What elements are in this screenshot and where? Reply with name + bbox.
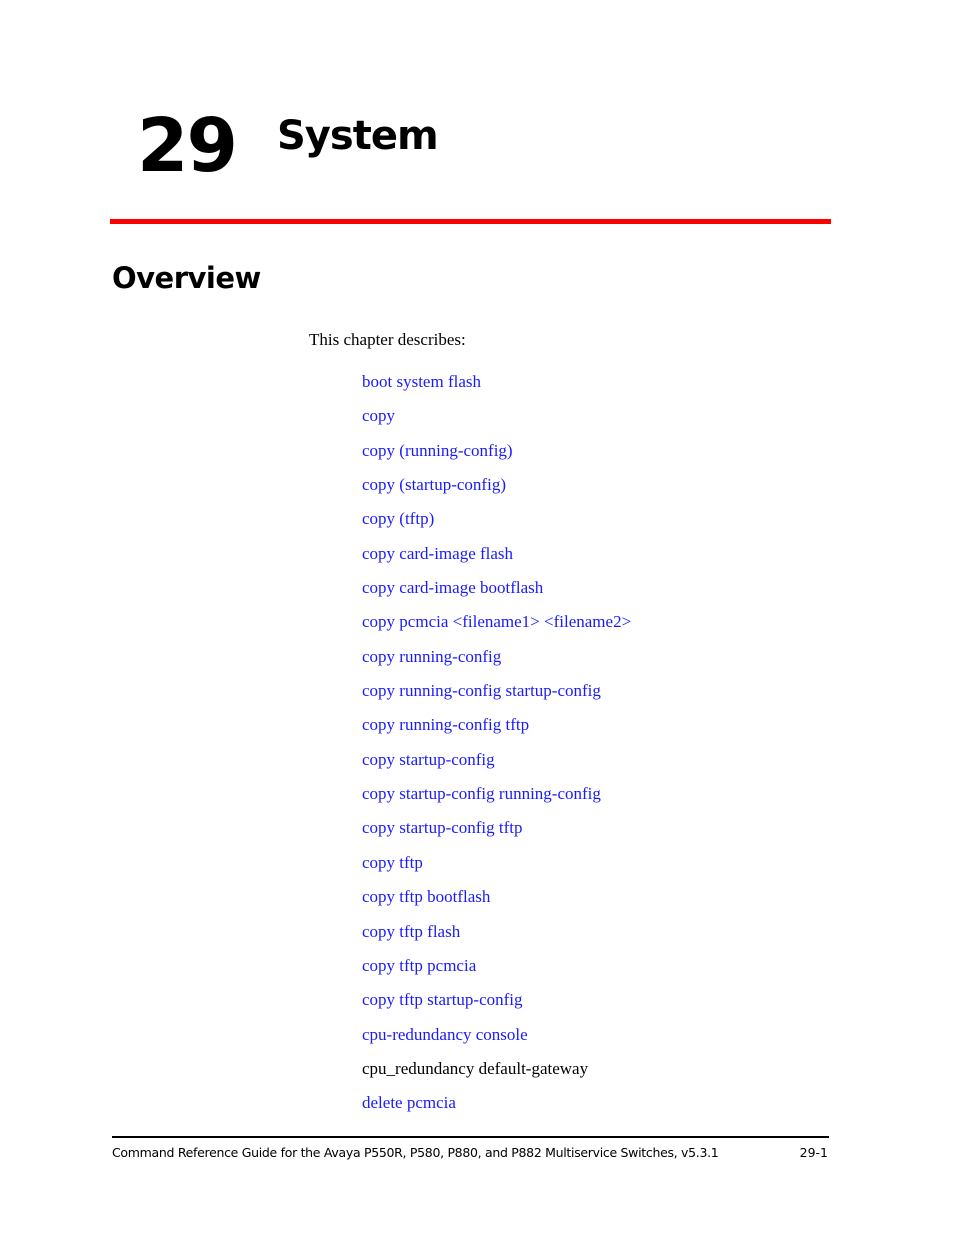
toc-link[interactable]: copy tftp startup-config [362,990,523,1009]
toc-item: cpu_redundancy default-gateway [362,1057,631,1091]
toc-item: copy running-config [362,645,631,679]
toc-item: boot system flash [362,370,631,404]
toc-item: copy startup-config [362,748,631,782]
toc-link[interactable]: copy startup-config tftp [362,818,523,837]
footer-title: Command Reference Guide for the Avaya P5… [112,1145,719,1160]
toc-link[interactable]: copy tftp [362,853,423,872]
toc-item: copy startup-config tftp [362,816,631,850]
footer-divider [112,1136,829,1138]
toc-item: copy running-config tftp [362,713,631,747]
toc-link[interactable]: copy running-config tftp [362,715,529,734]
section-heading: Overview [112,261,261,295]
toc-link[interactable]: boot system flash [362,372,481,391]
toc-item: copy startup-config running-config [362,782,631,816]
toc-item: copy tftp flash [362,920,631,954]
chapter-title: System [277,113,439,159]
toc-link[interactable]: delete pcmcia [362,1093,456,1112]
toc-item: copy running-config startup-config [362,679,631,713]
toc-item: copy tftp startup-config [362,988,631,1022]
toc-link[interactable]: cpu-redundancy console [362,1025,528,1044]
toc-item: copy (startup-config) [362,473,631,507]
toc-item: copy (running-config) [362,439,631,473]
toc-text: cpu_redundancy default-gateway [362,1058,589,1078]
toc-link[interactable]: copy pcmcia <filename1> <filename2> [362,612,631,631]
toc-list: boot system flash copy copy (running-confi… [362,370,631,1126]
toc-item: copy card-image flash [362,542,631,576]
toc-link[interactable]: copy running-config [362,647,501,666]
toc-link[interactable]: copy running-config startup-config [362,681,601,700]
toc-item: delete pcmcia [362,1091,631,1125]
intro-text: This chapter describes: [309,330,466,349]
toc-link[interactable]: copy card-image bootflash [362,578,543,597]
toc-item: copy tftp bootflash [362,885,631,919]
toc-link[interactable]: copy (tftp) [362,509,434,528]
chapter-number: 29 [137,103,238,189]
toc-link[interactable]: copy tftp bootflash [362,887,490,906]
toc-link[interactable]: copy tftp pcmcia [362,956,476,975]
toc-link[interactable]: copy card-image flash [362,544,513,563]
toc-item: cpu-redundancy console [362,1023,631,1057]
toc-item: copy tftp [362,851,631,885]
toc-link[interactable]: copy startup-config [362,750,495,769]
toc-item: copy (tftp) [362,507,631,541]
toc-item: copy [362,404,631,438]
toc-link[interactable]: copy tftp flash [362,922,460,941]
toc-link[interactable]: copy (running-config) [362,441,513,460]
toc-link[interactable]: copy startup-config running-config [362,784,601,803]
toc-link[interactable]: copy [362,406,395,425]
page-number: 29-1 [799,1145,828,1160]
toc-item: copy pcmcia <filename1> <filename2> [362,610,631,644]
chapter-divider [110,219,831,224]
toc-item: copy card-image bootflash [362,576,631,610]
toc-link[interactable]: copy (startup-config) [362,475,506,494]
toc-item: copy tftp pcmcia [362,954,631,988]
